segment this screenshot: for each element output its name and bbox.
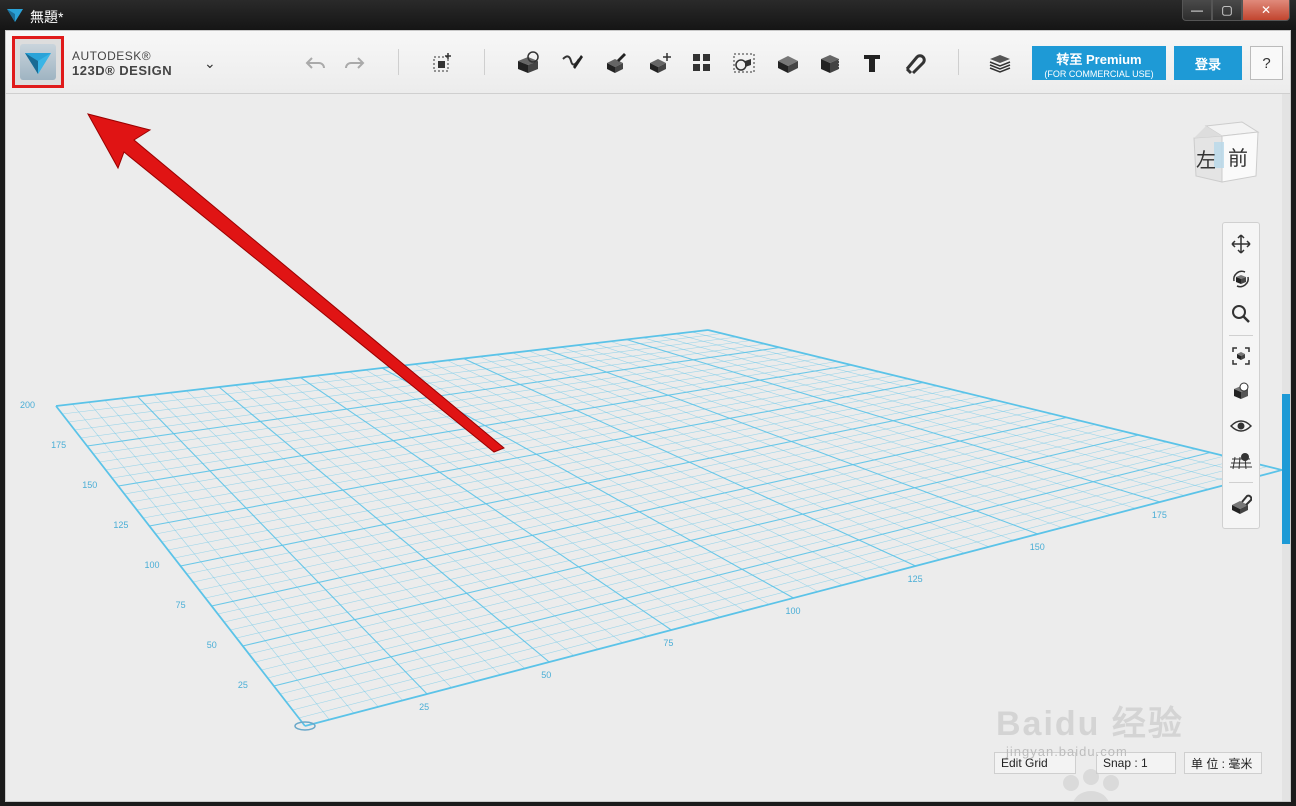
chevron-down-icon[interactable]: ⌄: [204, 55, 216, 72]
minimize-button[interactable]: —: [1182, 0, 1212, 21]
window-title: 無題*: [30, 9, 64, 25]
window-controls: — ▢ ✕: [1182, 0, 1290, 22]
toolbar-divider: [398, 49, 399, 75]
material-icon[interactable]: [986, 49, 1014, 77]
navigation-bar: [1222, 222, 1260, 529]
watermark-logo-text: Baidu 经验: [996, 705, 1184, 743]
visibility-icon[interactable]: [1228, 413, 1254, 439]
nav-divider: [1229, 482, 1253, 483]
construct-icon[interactable]: [602, 49, 630, 77]
nav-divider: [1229, 335, 1253, 336]
primitives-icon[interactable]: [514, 49, 542, 77]
snap-icon[interactable]: [900, 49, 928, 77]
annotation-arrow-icon: [86, 113, 505, 453]
premium-label: 转至 Premium: [1056, 52, 1142, 67]
brand-company: AUTODESK®: [72, 49, 152, 63]
snap-magnet-icon[interactable]: [1228, 491, 1254, 517]
brand-product: 123D® DESIGN: [72, 63, 173, 78]
modify-icon[interactable]: [646, 49, 674, 77]
text-icon[interactable]: [858, 49, 886, 77]
scroll-thumb[interactable]: [1282, 394, 1290, 544]
combine-icon[interactable]: [774, 49, 802, 77]
measure-icon[interactable]: [816, 49, 844, 77]
app-menu-icon: [20, 44, 56, 80]
orbit-icon[interactable]: [1228, 266, 1254, 292]
app-logo-icon: [7, 9, 23, 22]
premium-upgrade-button[interactable]: 转至 Premium (FOR COMMERCIAL USE): [1032, 46, 1166, 80]
help-button[interactable]: ?: [1250, 46, 1283, 80]
grouping-icon[interactable]: [730, 49, 758, 77]
undo-icon[interactable]: [302, 49, 330, 77]
view-mode-icon[interactable]: [1228, 378, 1254, 404]
grid-material-icon[interactable]: [1228, 448, 1254, 474]
close-button[interactable]: ✕: [1242, 0, 1290, 21]
main-toolbar: AUTODESK® 123D® DESIGN ⌄ 转至 Premium (FOR…: [6, 31, 1290, 94]
toolbar-divider: [958, 49, 959, 75]
zoom-icon[interactable]: [1228, 301, 1254, 327]
viewcube-front-face[interactable]: 前: [1228, 142, 1248, 171]
redo-icon[interactable]: [340, 49, 368, 77]
toolbar-divider: [484, 49, 485, 75]
view-cube[interactable]: 左 前: [1192, 120, 1262, 186]
maximize-button[interactable]: ▢: [1212, 0, 1242, 21]
premium-sublabel: (FOR COMMERCIAL USE): [1044, 69, 1154, 79]
app-menu-button[interactable]: [12, 36, 64, 88]
design-viewport[interactable]: 25 50 75 100 125 150 175 25 50 75 100 125 150 175 200 …: [6, 94, 1282, 801]
window-titlebar: 無題* — ▢ ✕: [0, 0, 1296, 30]
viewcube-left-face[interactable]: 左: [1196, 144, 1216, 173]
transform-icon[interactable]: [428, 49, 456, 77]
login-button[interactable]: 登录: [1174, 46, 1242, 80]
sketch-icon[interactable]: [558, 49, 586, 77]
pattern-icon[interactable]: [688, 49, 716, 77]
app-frame: AUTODESK® 123D® DESIGN ⌄ 转至 Premium (FOR…: [5, 30, 1291, 802]
baidu-watermark-icon: [1063, 769, 1119, 801]
watermark-url: jingyan.baidu.com: [1006, 744, 1128, 759]
viewport-scrollbar[interactable]: [1282, 94, 1290, 801]
fit-icon[interactable]: [1228, 343, 1254, 369]
pan-icon[interactable]: [1228, 231, 1254, 257]
